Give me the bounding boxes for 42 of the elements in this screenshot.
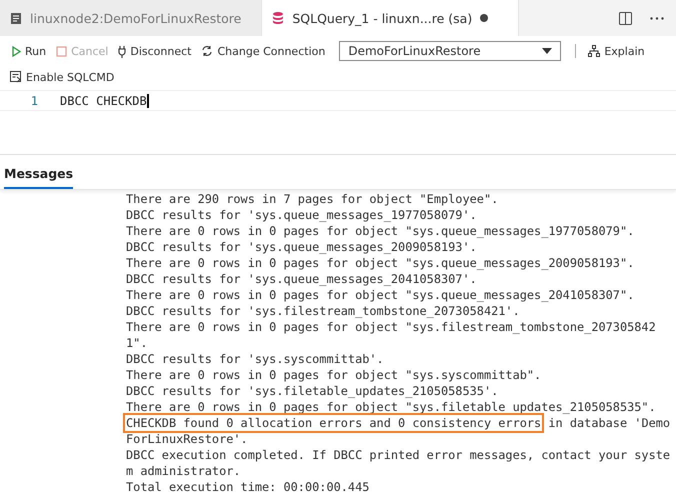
terminal-icon [10,71,22,83]
message-line: There are 0 rows in 0 pages for object "sys.queue_messages_2009058193". [126,255,636,271]
message-line: in database 'Demo [547,416,670,430]
document-icon [10,12,22,24]
highlighted-message: CHECKDB found 0 allocation errors and 0 consistency errors [126,416,542,430]
message-line: DBCC results for 'sys.filetable_updates_2105058535'. [126,383,500,399]
refresh-icon [201,45,214,57]
message-line: m administrator. [126,463,242,479]
database-icon [272,11,284,25]
toolbar-button[interactable]: Change Connection [201,44,326,58]
split-editor-icon[interactable] [619,12,632,24]
message-line: DBCC execution completed. If DBCC printed error messages, contact your syste [126,447,672,463]
stop-icon [56,46,68,56]
code-line[interactable]: DBCC CHECKDB [60,94,149,108]
editor-tab[interactable]: SQLQuery_1 - linuxn...re (sa) [262,0,520,36]
message-line: 1". [126,335,148,351]
message-line: DBCC results for 'sys.queue_messages_2041058307'. [126,271,478,287]
message-line: DBCC results for 'sys.queue_messages_2009058193'. [126,239,478,255]
database-dropdown[interactable]: DemoForLinuxRestore [339,41,562,61]
sqlcmd-button[interactable]: Enable SQLCMD [10,70,114,84]
more-icon[interactable] [650,16,664,20]
messages-tab[interactable]: Messages [4,166,74,189]
message-line: There are 0 rows in 0 pages for object "sys.filetable_updates_2105058535". [126,399,657,415]
toolbar-button[interactable]: Disconnect [118,44,192,58]
editor-tab[interactable]: linuxnode2:DemoForLinuxRestore [0,0,262,36]
caret-icon [542,48,552,54]
explain-button[interactable]: Explain [588,44,645,58]
message-line: Total execution time: 00:00:00.445 [126,479,370,495]
message-line: DBCC results for 'sys.syscommittab'. [126,351,385,367]
message-line: There are 290 rows in 7 pages for object "Employee". [126,191,500,207]
message-line: There are 0 rows in 0 pages for object "sys.filestream_tombstone_207305842 [126,319,657,335]
toolbar-button[interactable]: Run [12,44,46,58]
message-line: There are 0 rows in 0 pages for object "sys.queue_messages_2041058307". [126,287,636,303]
message-line: DBCC results for 'sys.filestream_tombstone_2073058421'. [126,303,521,319]
message-line: There are 0 rows in 0 pages for object "sys.queue_messages_1977058079". [126,223,636,239]
message-line: ForLinuxRestore'. [126,431,249,447]
hierarchy-icon [588,45,600,57]
plug-icon [118,44,126,58]
line-number: 1 [30,94,39,108]
message-line: DBCC results for 'sys.queue_messages_1977058079'. [126,207,478,223]
message-line: There are 0 rows in 0 pages for object "sys.syscommittab". [126,367,542,383]
play-icon [12,46,21,56]
